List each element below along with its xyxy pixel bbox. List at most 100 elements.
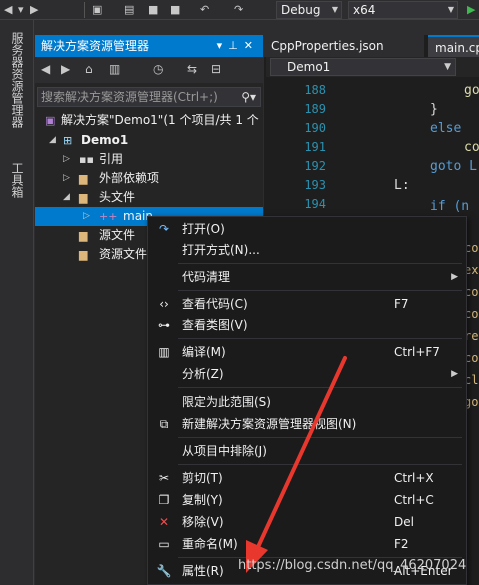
menu-separator	[178, 437, 462, 438]
save-all-icon[interactable]: ■	[170, 2, 180, 18]
sync-icon[interactable]: ⇆	[187, 62, 197, 76]
menu-item-view-code[interactable]: ‹› 查看代码(C) F7	[148, 294, 466, 315]
menu-item-analyze[interactable]: 分析(Z) ▶	[148, 364, 466, 385]
tab-cppproperties[interactable]: CppProperties.json	[264, 35, 424, 57]
menu-item-label: 打开方式(N)...	[182, 243, 260, 257]
code-line[interactable]: if (n	[430, 199, 469, 214]
tree-item-references[interactable]: ▷ ▪▪ 引用	[35, 150, 263, 169]
forward-icon[interactable]: ▶	[30, 2, 38, 18]
expand-arrow-icon[interactable]: ▷	[63, 169, 70, 188]
cut-icon: ✂	[158, 471, 170, 485]
panel-title: 解决方案资源管理器	[41, 39, 150, 53]
save-icon[interactable]: ■	[148, 2, 158, 18]
menu-item-label: 重命名(M)	[182, 537, 238, 551]
menu-separator	[178, 290, 462, 291]
switch-view-icon[interactable]: ▥	[109, 62, 120, 76]
menu-item-label: 打开(O)	[182, 222, 225, 236]
redo-icon[interactable]: ↷	[234, 2, 243, 18]
scope-select[interactable]: Demo1 ▼	[270, 58, 456, 76]
tree-item-label: 外部依赖项	[99, 171, 160, 185]
code-line[interactable]: go	[464, 83, 479, 98]
menu-item-view-class-diagram[interactable]: ⊶ 查看类图(V)	[148, 315, 466, 336]
line-number: 188	[304, 83, 326, 97]
run-icon[interactable]: ▶	[467, 2, 475, 18]
editor-nav-bar: Demo1 ▼	[266, 57, 479, 77]
expand-arrow-icon[interactable]: ▷	[83, 207, 90, 226]
menu-item-exclude-from-project[interactable]: 从项目中排除(J)	[148, 441, 466, 462]
menu-separator	[178, 263, 462, 264]
chevron-down-icon: ▼	[444, 62, 451, 72]
panel-window-buttons[interactable]: ▾⊥✕	[217, 35, 259, 57]
tree-item-project[interactable]: ◢ ⊞ Demo1	[35, 131, 263, 150]
back-icon[interactable]: ◀	[41, 62, 50, 76]
menu-item-label: 复制(Y)	[182, 493, 223, 507]
menu-item-compile[interactable]: ▥ 编译(M) Ctrl+F7	[148, 342, 466, 363]
server-explorer-tab[interactable]: 服务器资源管理器	[10, 32, 24, 152]
dropdown-icon[interactable]: ▾	[18, 2, 24, 18]
menu-item-label: 限定为此范围(S)	[182, 395, 271, 409]
menu-item-remove[interactable]: ✕ 移除(V) Del	[148, 512, 466, 533]
menu-item-open-with[interactable]: 打开方式(N)...	[148, 240, 466, 261]
expand-arrow-icon[interactable]: ▷	[63, 150, 70, 169]
menu-item-rename[interactable]: ▭ 重命名(M) F2	[148, 534, 466, 555]
menu-item-cut[interactable]: ✂ 剪切(T) Ctrl+X	[148, 468, 466, 489]
menu-item-label: 移除(V)	[182, 515, 224, 529]
menu-separator	[178, 387, 462, 388]
configuration-select[interactable]: Debug ▼	[276, 1, 342, 19]
toolbox-tab[interactable]: 工具箱	[10, 162, 24, 202]
folder-icon: ▆	[79, 172, 88, 185]
menu-item-scope-to-this[interactable]: 限定为此范围(S)	[148, 392, 466, 413]
platform-select[interactable]: x64 ▼	[348, 1, 458, 19]
tree-item-solution[interactable]: ▣ 解决方案"Demo1"(1 个项目/共 1 个	[35, 111, 263, 130]
platform-value: x64	[353, 3, 376, 17]
code-line[interactable]: goto L	[430, 159, 477, 174]
line-number: 194	[304, 197, 326, 211]
tree-item-label: 解决方案"Demo1"(1 个项目/共 1 个	[61, 113, 259, 127]
remove-icon: ✕	[158, 515, 170, 529]
menu-item-shortcut: Del	[394, 515, 414, 529]
tree-item-header-files[interactable]: ◢ ▆ 头文件	[35, 188, 263, 207]
tree-item-label: Demo1	[81, 133, 129, 147]
menu-item-code-cleanup[interactable]: 代码清理 ▶	[148, 267, 466, 288]
menu-item-open[interactable]: ↷ 打开(O)	[148, 219, 466, 240]
menu-separator	[178, 464, 462, 465]
menu-item-copy[interactable]: ❐ 复制(Y) Ctrl+C	[148, 490, 466, 511]
collapse-arrow-icon[interactable]: ◢	[63, 188, 70, 207]
home-icon[interactable]: ⌂	[85, 62, 93, 76]
code-line[interactable]: }	[430, 102, 438, 117]
tab-main-cpp[interactable]: main.cpp	[428, 35, 479, 57]
menu-item-label: 属性(R)	[182, 564, 224, 578]
line-number: 189	[304, 102, 326, 116]
open-folder-icon[interactable]: ▤	[124, 2, 134, 18]
line-number: 191	[304, 140, 326, 154]
search-icon[interactable]: ⚲▾	[241, 88, 256, 106]
collapse-arrow-icon[interactable]: ◢	[49, 131, 56, 150]
new-project-icon[interactable]: ▣	[92, 2, 102, 18]
menu-item-new-explorer-view[interactable]: ⧉ 新建解决方案资源管理器视图(N)	[148, 414, 466, 435]
code-line[interactable]: co	[464, 140, 479, 155]
history-icon[interactable]: ◷	[153, 62, 163, 76]
class-diagram-icon: ⊶	[158, 318, 170, 332]
menu-item-label: 代码清理	[182, 270, 231, 284]
solution-explorer-title-bar: 解决方案资源管理器 ▾⊥✕	[35, 35, 263, 57]
chevron-down-icon: ▼	[331, 5, 338, 14]
forward-icon[interactable]: ▶	[61, 62, 70, 76]
tree-item-external-deps[interactable]: ▷ ▆ 外部依赖项	[35, 169, 263, 188]
menu-item-label: 新建解决方案资源管理器视图(N)	[182, 417, 357, 431]
menu-item-label: 查看类图(V)	[182, 318, 248, 332]
solution-explorer-toolbar: ◀ ▶ ⌂ ▥ ◷ ⇆ ⊟	[35, 57, 263, 83]
main-toolbar: ◀ ▾ ▶ ▣ ▤ ■ ■ ↶ ↷ Debug ▼ x64 ▼ ▶	[0, 0, 479, 20]
tree-item-label: 源文件	[99, 228, 136, 242]
filter-folder-icon: ▆	[79, 229, 88, 242]
solution-search-input[interactable]: 搜索解决方案资源管理器(Ctrl+;) ⚲▾	[37, 87, 261, 107]
scope-value: Demo1	[287, 60, 331, 74]
back-icon[interactable]: ◀	[4, 2, 12, 18]
menu-separator	[178, 338, 462, 339]
collapse-icon[interactable]: ⊟	[211, 62, 221, 76]
menu-item-label: 剪切(T)	[182, 471, 223, 485]
undo-icon[interactable]: ↶	[200, 2, 209, 18]
line-number: 192	[304, 159, 326, 173]
code-line[interactable]: else	[430, 121, 461, 136]
code-line[interactable]: L:	[394, 178, 410, 193]
references-icon: ▪▪	[79, 153, 94, 166]
